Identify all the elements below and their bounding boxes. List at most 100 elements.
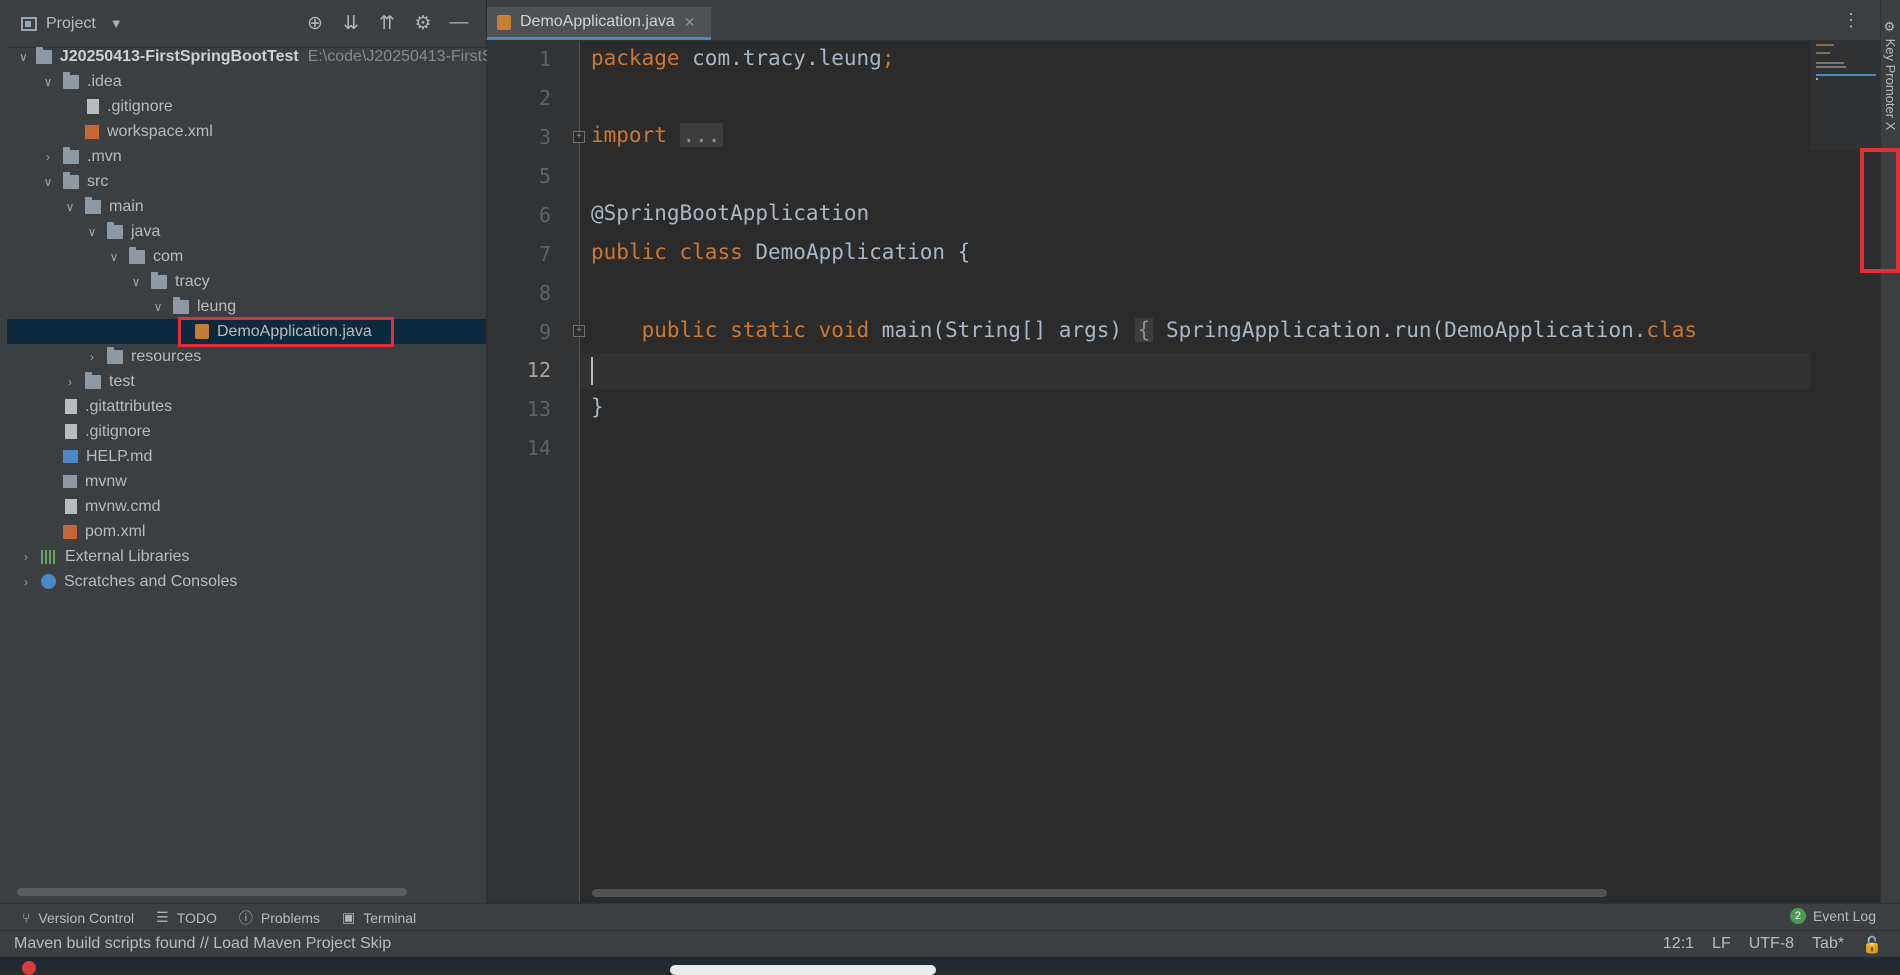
tree-item[interactable]: ∨ com: [7, 244, 486, 269]
close-icon[interactable]: ✕: [684, 14, 696, 31]
tree-item-label: J20250413-FirstSpringBootTest: [59, 47, 299, 65]
tree-item-label: mvnw: [85, 472, 127, 490]
tree-item[interactable]: .gitignore: [7, 419, 486, 444]
tree-item[interactable]: › resources: [7, 344, 486, 369]
info-icon: ⓘ: [238, 909, 253, 926]
folder-icon: [63, 171, 79, 189]
code-line-9[interactable]: public static void main(String[] args) {…: [591, 318, 1697, 342]
code-line-1[interactable]: package com.tracy.leung;: [591, 46, 894, 70]
tree-item[interactable]: ∨ src: [7, 169, 486, 194]
line-number[interactable]: 1: [487, 47, 551, 71]
tab-label: DemoApplication.java: [520, 13, 675, 30]
tree-item[interactable]: › .mvn: [7, 144, 486, 169]
tree-item[interactable]: ∨ .idea: [7, 69, 486, 94]
tree-item[interactable]: › test: [7, 369, 486, 394]
code-line-7[interactable]: public class DemoApplication {: [591, 240, 970, 264]
tree-item[interactable]: ∨ java: [7, 219, 486, 244]
tree-item-label: .mvn: [87, 147, 122, 165]
chevron-down-icon[interactable]: ▼: [110, 16, 123, 31]
minimap[interactable]: [1810, 41, 1880, 150]
chevron-down-icon[interactable]: ∨: [19, 50, 28, 64]
tree-item-label: resources: [131, 347, 202, 365]
line-number[interactable]: 12: [487, 358, 551, 382]
code-line-3[interactable]: import ...: [591, 123, 724, 147]
tree-item[interactable]: ∨ leung: [7, 294, 486, 319]
line-number[interactable]: 13: [487, 397, 551, 421]
expand-all-icon[interactable]: ⇊: [340, 12, 362, 35]
line-number[interactable]: 8: [487, 281, 551, 305]
problems-button[interactable]: ⓘ Problems: [239, 908, 320, 928]
tree-item[interactable]: HELP.md: [7, 444, 486, 469]
chevron-right-icon[interactable]: ›: [19, 550, 33, 564]
code-line-13[interactable]: }: [591, 395, 604, 419]
line-separator[interactable]: LF: [1712, 935, 1731, 955]
key-promoter-label: Key Promoter X: [1883, 38, 1898, 131]
code-line-6[interactable]: @SpringBootApplication: [591, 201, 869, 225]
chevron-down-icon[interactable]: ∨: [151, 300, 165, 314]
line-number[interactable]: 6: [487, 203, 551, 227]
todo-button[interactable]: ☰ TODO: [156, 909, 217, 926]
weather-icon[interactable]: [22, 961, 36, 975]
folder-icon: [129, 246, 145, 264]
taskbar-search[interactable]: [670, 965, 936, 975]
chevron-down-icon[interactable]: ∨: [41, 175, 55, 189]
editor-horizontal-scrollbar[interactable]: [592, 889, 1607, 897]
chevron-right-icon[interactable]: ›: [85, 350, 99, 364]
folded-imports[interactable]: ...: [679, 123, 724, 147]
chevron-down-icon[interactable]: ∨: [63, 200, 77, 214]
status-message[interactable]: Maven build scripts found // Load Maven …: [14, 935, 391, 953]
version-control-button[interactable]: ⑂ Version Control: [22, 910, 134, 926]
target-icon[interactable]: ⊕: [304, 12, 326, 35]
chevron-down-icon[interactable]: ∨: [129, 275, 143, 289]
gear-icon[interactable]: ⚙: [412, 12, 434, 35]
tab-demo-application[interactable]: DemoApplication.java ✕: [487, 7, 711, 40]
keyword: clas: [1646, 318, 1697, 342]
tree-item[interactable]: ∨ J20250413-FirstSpringBootTest E:\code\J2…: [7, 44, 497, 69]
tree-item[interactable]: mvnw: [7, 469, 486, 494]
tree-item[interactable]: workspace.xml: [7, 119, 486, 144]
file-encoding[interactable]: UTF-8: [1749, 935, 1794, 955]
tree-item-label: .gitignore: [107, 97, 173, 115]
chevron-right-icon[interactable]: ›: [41, 150, 55, 164]
tree-item[interactable]: .gitignore: [7, 94, 486, 119]
terminal-button[interactable]: ▣ Terminal: [342, 909, 416, 926]
tree-item-label: .idea: [87, 72, 122, 90]
fold-expand-icon[interactable]: +: [573, 325, 585, 337]
caret-position[interactable]: 12:1: [1663, 935, 1694, 955]
tree-item[interactable]: › External Libraries: [7, 544, 486, 569]
tree-item-label: Scratches and Consoles: [64, 572, 238, 590]
minimize-icon[interactable]: —: [448, 12, 470, 35]
tree-item[interactable]: mvnw.cmd: [7, 494, 486, 519]
line-number[interactable]: 5: [487, 164, 551, 188]
tree-item[interactable]: › Scratches and Consoles: [7, 569, 486, 594]
tree-item-label: External Libraries: [65, 547, 190, 565]
line-number[interactable]: 3: [487, 125, 551, 149]
chevron-down-icon[interactable]: ∨: [85, 225, 99, 239]
tree-item[interactable]: ∨ tracy: [7, 269, 486, 294]
more-icon[interactable]: ⋮: [1842, 10, 1860, 31]
folded-body[interactable]: {: [1134, 318, 1154, 342]
tree-item-label: test: [109, 372, 135, 390]
key-promoter-tab[interactable]: ⚙ Key Promoter X: [1883, 20, 1898, 140]
lock-icon[interactable]: 🔓: [1862, 935, 1882, 955]
tree-item-label: .gitignore: [85, 422, 151, 440]
file-icon: [65, 499, 77, 514]
chevron-right-icon[interactable]: ›: [63, 375, 77, 389]
event-log-button[interactable]: 2 Event Log: [1789, 908, 1876, 924]
chevron-down-icon[interactable]: ∨: [107, 250, 121, 264]
tree-item[interactable]: ∨ main: [7, 194, 486, 219]
tree-item[interactable]: pom.xml: [7, 519, 486, 544]
collapse-all-icon[interactable]: ⇈: [376, 12, 398, 35]
line-number[interactable]: 9: [487, 320, 551, 344]
folder-icon: [63, 71, 79, 89]
tree-item-label: main: [109, 197, 144, 215]
project-horizontal-scrollbar[interactable]: [17, 888, 407, 896]
chevron-down-icon[interactable]: ∨: [41, 75, 55, 89]
line-number[interactable]: 14: [487, 436, 551, 460]
line-number[interactable]: 2: [487, 86, 551, 110]
fold-expand-icon[interactable]: +: [573, 131, 585, 143]
indent-setting[interactable]: Tab*: [1812, 935, 1844, 955]
tree-item[interactable]: .gitattributes: [7, 394, 486, 419]
chevron-right-icon[interactable]: ›: [19, 575, 33, 589]
line-number[interactable]: 7: [487, 242, 551, 266]
